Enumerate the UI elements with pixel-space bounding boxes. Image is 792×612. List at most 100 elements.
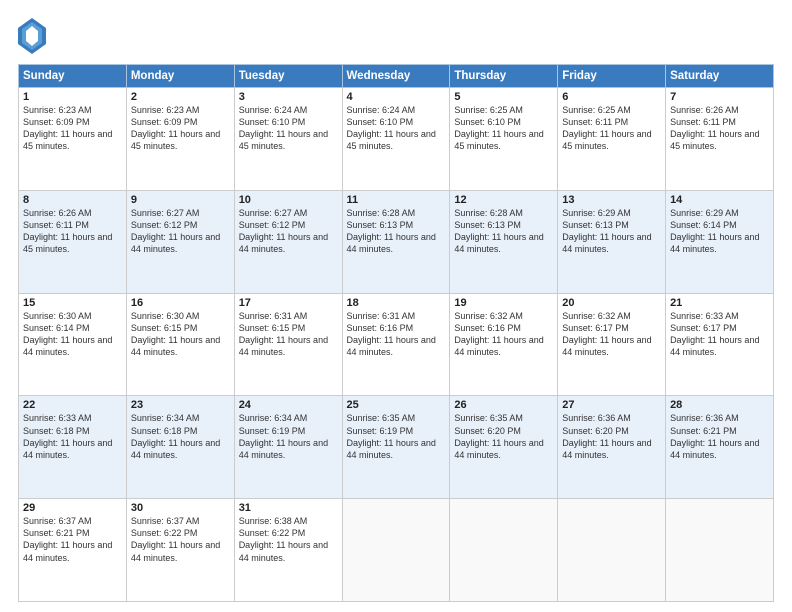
day-info: Sunrise: 6:33 AMSunset: 6:17 PMDaylight:…	[670, 310, 769, 359]
calendar-cell: 14Sunrise: 6:29 AMSunset: 6:14 PMDayligh…	[666, 190, 774, 293]
calendar-week-row: 8Sunrise: 6:26 AMSunset: 6:11 PMDaylight…	[19, 190, 774, 293]
day-info: Sunrise: 6:32 AMSunset: 6:17 PMDaylight:…	[562, 310, 661, 359]
calendar-cell: 10Sunrise: 6:27 AMSunset: 6:12 PMDayligh…	[234, 190, 342, 293]
day-info: Sunrise: 6:29 AMSunset: 6:13 PMDaylight:…	[562, 207, 661, 256]
weekday-header-wednesday: Wednesday	[342, 65, 450, 88]
day-info: Sunrise: 6:31 AMSunset: 6:16 PMDaylight:…	[347, 310, 446, 359]
day-number: 28	[670, 399, 769, 411]
calendar-cell: 5Sunrise: 6:25 AMSunset: 6:10 PMDaylight…	[450, 88, 558, 191]
header	[18, 18, 774, 54]
day-info: Sunrise: 6:35 AMSunset: 6:19 PMDaylight:…	[347, 412, 446, 461]
day-number: 8	[23, 194, 122, 206]
calendar-cell: 16Sunrise: 6:30 AMSunset: 6:15 PMDayligh…	[126, 293, 234, 396]
calendar-week-row: 1Sunrise: 6:23 AMSunset: 6:09 PMDaylight…	[19, 88, 774, 191]
day-info: Sunrise: 6:28 AMSunset: 6:13 PMDaylight:…	[347, 207, 446, 256]
day-info: Sunrise: 6:36 AMSunset: 6:21 PMDaylight:…	[670, 412, 769, 461]
day-info: Sunrise: 6:30 AMSunset: 6:14 PMDaylight:…	[23, 310, 122, 359]
day-info: Sunrise: 6:26 AMSunset: 6:11 PMDaylight:…	[670, 104, 769, 153]
day-info: Sunrise: 6:31 AMSunset: 6:15 PMDaylight:…	[239, 310, 338, 359]
weekday-header-row: SundayMondayTuesdayWednesdayThursdayFrid…	[19, 65, 774, 88]
weekday-header-saturday: Saturday	[666, 65, 774, 88]
day-info: Sunrise: 6:36 AMSunset: 6:20 PMDaylight:…	[562, 412, 661, 461]
day-number: 21	[670, 297, 769, 309]
day-number: 1	[23, 91, 122, 103]
calendar-week-row: 29Sunrise: 6:37 AMSunset: 6:21 PMDayligh…	[19, 499, 774, 602]
day-number: 5	[454, 91, 553, 103]
day-number: 4	[347, 91, 446, 103]
calendar-cell: 20Sunrise: 6:32 AMSunset: 6:17 PMDayligh…	[558, 293, 666, 396]
day-info: Sunrise: 6:26 AMSunset: 6:11 PMDaylight:…	[23, 207, 122, 256]
day-number: 30	[131, 502, 230, 514]
day-number: 29	[23, 502, 122, 514]
day-number: 19	[454, 297, 553, 309]
calendar-cell: 30Sunrise: 6:37 AMSunset: 6:22 PMDayligh…	[126, 499, 234, 602]
weekday-header-friday: Friday	[558, 65, 666, 88]
page: SundayMondayTuesdayWednesdayThursdayFrid…	[0, 0, 792, 612]
day-number: 16	[131, 297, 230, 309]
calendar-cell: 23Sunrise: 6:34 AMSunset: 6:18 PMDayligh…	[126, 396, 234, 499]
calendar-cell	[666, 499, 774, 602]
calendar-cell: 4Sunrise: 6:24 AMSunset: 6:10 PMDaylight…	[342, 88, 450, 191]
weekday-header-sunday: Sunday	[19, 65, 127, 88]
calendar-cell: 1Sunrise: 6:23 AMSunset: 6:09 PMDaylight…	[19, 88, 127, 191]
calendar-cell: 12Sunrise: 6:28 AMSunset: 6:13 PMDayligh…	[450, 190, 558, 293]
day-info: Sunrise: 6:34 AMSunset: 6:18 PMDaylight:…	[131, 412, 230, 461]
day-number: 9	[131, 194, 230, 206]
day-info: Sunrise: 6:23 AMSunset: 6:09 PMDaylight:…	[23, 104, 122, 153]
calendar-cell: 2Sunrise: 6:23 AMSunset: 6:09 PMDaylight…	[126, 88, 234, 191]
day-info: Sunrise: 6:37 AMSunset: 6:22 PMDaylight:…	[131, 515, 230, 564]
day-number: 2	[131, 91, 230, 103]
calendar-week-row: 15Sunrise: 6:30 AMSunset: 6:14 PMDayligh…	[19, 293, 774, 396]
calendar-cell: 26Sunrise: 6:35 AMSunset: 6:20 PMDayligh…	[450, 396, 558, 499]
day-number: 13	[562, 194, 661, 206]
day-info: Sunrise: 6:32 AMSunset: 6:16 PMDaylight:…	[454, 310, 553, 359]
calendar-cell: 11Sunrise: 6:28 AMSunset: 6:13 PMDayligh…	[342, 190, 450, 293]
calendar-cell	[342, 499, 450, 602]
calendar-cell: 8Sunrise: 6:26 AMSunset: 6:11 PMDaylight…	[19, 190, 127, 293]
day-number: 17	[239, 297, 338, 309]
day-info: Sunrise: 6:38 AMSunset: 6:22 PMDaylight:…	[239, 515, 338, 564]
day-number: 20	[562, 297, 661, 309]
generalblue-logo-icon	[18, 18, 46, 54]
calendar-table: SundayMondayTuesdayWednesdayThursdayFrid…	[18, 64, 774, 602]
weekday-header-thursday: Thursday	[450, 65, 558, 88]
calendar-cell: 3Sunrise: 6:24 AMSunset: 6:10 PMDaylight…	[234, 88, 342, 191]
weekday-header-monday: Monday	[126, 65, 234, 88]
day-number: 3	[239, 91, 338, 103]
day-number: 24	[239, 399, 338, 411]
day-number: 14	[670, 194, 769, 206]
calendar-cell: 27Sunrise: 6:36 AMSunset: 6:20 PMDayligh…	[558, 396, 666, 499]
calendar-cell: 7Sunrise: 6:26 AMSunset: 6:11 PMDaylight…	[666, 88, 774, 191]
calendar-cell: 15Sunrise: 6:30 AMSunset: 6:14 PMDayligh…	[19, 293, 127, 396]
day-info: Sunrise: 6:29 AMSunset: 6:14 PMDaylight:…	[670, 207, 769, 256]
day-number: 12	[454, 194, 553, 206]
calendar-cell	[558, 499, 666, 602]
day-info: Sunrise: 6:23 AMSunset: 6:09 PMDaylight:…	[131, 104, 230, 153]
calendar-cell: 22Sunrise: 6:33 AMSunset: 6:18 PMDayligh…	[19, 396, 127, 499]
calendar-cell: 21Sunrise: 6:33 AMSunset: 6:17 PMDayligh…	[666, 293, 774, 396]
weekday-header-tuesday: Tuesday	[234, 65, 342, 88]
day-number: 26	[454, 399, 553, 411]
day-number: 15	[23, 297, 122, 309]
day-info: Sunrise: 6:27 AMSunset: 6:12 PMDaylight:…	[131, 207, 230, 256]
day-info: Sunrise: 6:30 AMSunset: 6:15 PMDaylight:…	[131, 310, 230, 359]
day-number: 10	[239, 194, 338, 206]
calendar-cell	[450, 499, 558, 602]
day-info: Sunrise: 6:24 AMSunset: 6:10 PMDaylight:…	[239, 104, 338, 153]
day-number: 22	[23, 399, 122, 411]
calendar-week-row: 22Sunrise: 6:33 AMSunset: 6:18 PMDayligh…	[19, 396, 774, 499]
calendar-cell: 18Sunrise: 6:31 AMSunset: 6:16 PMDayligh…	[342, 293, 450, 396]
day-number: 31	[239, 502, 338, 514]
day-number: 23	[131, 399, 230, 411]
day-info: Sunrise: 6:28 AMSunset: 6:13 PMDaylight:…	[454, 207, 553, 256]
calendar-cell: 19Sunrise: 6:32 AMSunset: 6:16 PMDayligh…	[450, 293, 558, 396]
day-number: 7	[670, 91, 769, 103]
calendar-cell: 17Sunrise: 6:31 AMSunset: 6:15 PMDayligh…	[234, 293, 342, 396]
day-info: Sunrise: 6:34 AMSunset: 6:19 PMDaylight:…	[239, 412, 338, 461]
day-number: 11	[347, 194, 446, 206]
calendar-cell: 13Sunrise: 6:29 AMSunset: 6:13 PMDayligh…	[558, 190, 666, 293]
calendar-cell: 24Sunrise: 6:34 AMSunset: 6:19 PMDayligh…	[234, 396, 342, 499]
calendar-cell: 31Sunrise: 6:38 AMSunset: 6:22 PMDayligh…	[234, 499, 342, 602]
day-info: Sunrise: 6:33 AMSunset: 6:18 PMDaylight:…	[23, 412, 122, 461]
day-info: Sunrise: 6:24 AMSunset: 6:10 PMDaylight:…	[347, 104, 446, 153]
